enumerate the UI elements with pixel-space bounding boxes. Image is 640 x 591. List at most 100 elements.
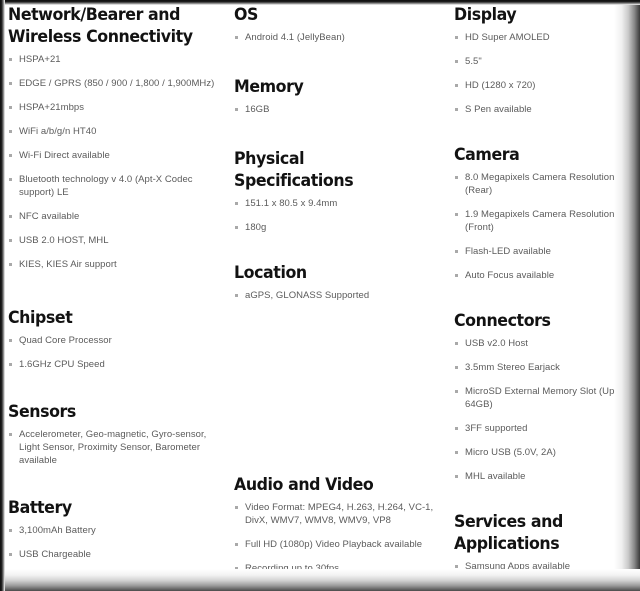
section-title-sensors: Sensors bbox=[8, 402, 76, 422]
bullet-square-icon bbox=[9, 553, 12, 556]
spec-item-label: MicroSD External Memory Slot (Upto 64GB) bbox=[465, 386, 623, 410]
bullet-square-icon bbox=[455, 60, 458, 63]
spec-item: 180g bbox=[234, 221, 436, 234]
spec-list-memory: 16GB bbox=[234, 103, 436, 116]
bullet-square-icon bbox=[9, 178, 12, 181]
spec-item-label: 16GB bbox=[245, 104, 270, 115]
spec-item-label: 151.1 x 80.5 x 9.4mm bbox=[245, 198, 338, 209]
spec-item-label: HD (1280 x 720) bbox=[465, 80, 536, 91]
section-title-audio-and-video: Audio and Video bbox=[234, 475, 374, 495]
bullet-square-icon bbox=[235, 543, 238, 546]
spec-item-label: HD Super AMOLED bbox=[465, 32, 550, 43]
spec-list-location: aGPS, GLONASS Supported bbox=[234, 289, 436, 302]
spec-item: Android 4.1 (JellyBean) bbox=[234, 31, 436, 44]
bullet-square-icon bbox=[455, 36, 458, 39]
section-location: Location aGPS, GLONASS Supported bbox=[234, 262, 436, 302]
spec-list-os: Android 4.1 (JellyBean) bbox=[234, 31, 436, 44]
bullet-square-icon bbox=[235, 202, 238, 205]
section-camera: Camera 8.0 Megapixels Camera Resolution (… bbox=[454, 144, 638, 282]
section-chipset: Chipset Quad Core Processor 1.6GHz CPU Spe… bbox=[8, 307, 216, 371]
spec-item-label: NFC available bbox=[19, 211, 80, 222]
bullet-square-icon bbox=[9, 215, 12, 218]
spec-item: 3.5mm Stereo Earjack bbox=[454, 361, 638, 374]
spec-item: Full HD (1080p) Video Playback available bbox=[234, 538, 436, 551]
section-title-camera: Camera bbox=[454, 145, 520, 165]
section-title-location: Location bbox=[234, 263, 307, 283]
spec-item: Readers Hub available bbox=[454, 584, 638, 591]
spec-item: MicroSD External Memory Slot (Upto 64GB) bbox=[454, 385, 638, 411]
spec-item: 151.1 x 80.5 x 9.4mm bbox=[234, 197, 436, 210]
spec-item-label: Full HD (1080p) Video Playback available bbox=[245, 539, 423, 550]
spec-item: 16GB bbox=[234, 103, 436, 116]
spec-item-label: 8.0 Megapixels Camera Resolution (Rear) bbox=[465, 172, 615, 196]
spec-item: MP3, OGG, WMA, AAC, ACC+, eAAC+, AMR (NB… bbox=[234, 586, 436, 591]
spec-item: Recording up to 30fps bbox=[234, 562, 436, 575]
bullet-square-icon bbox=[9, 58, 12, 61]
spec-item: 3,100mAh Battery bbox=[8, 524, 216, 537]
spec-item-label: 3.5mm Stereo Earjack bbox=[465, 362, 560, 373]
spec-item: HSPA+21 bbox=[8, 53, 216, 66]
spec-item-label: Flash-LED available bbox=[465, 246, 551, 257]
spec-item-label: HSPA+21mbps bbox=[19, 102, 85, 113]
bullet-square-icon bbox=[455, 213, 458, 216]
spec-list-battery: 3,100mAh Battery USB Chargeable Upto 990 m… bbox=[8, 524, 216, 591]
section-title-display: Display bbox=[454, 5, 517, 25]
spec-item: KIES, KIES Air support bbox=[8, 258, 216, 271]
spec-item-label: 180g bbox=[245, 222, 267, 233]
bullet-square-icon bbox=[455, 390, 458, 393]
spec-item: aGPS, GLONASS Supported bbox=[234, 289, 436, 302]
bullet-square-icon bbox=[235, 36, 238, 39]
spec-item-label: 3,100mAh Battery bbox=[19, 525, 96, 536]
spec-list-network: HSPA+21 EDGE / GPRS (850 / 900 / 1,800 / … bbox=[8, 53, 216, 271]
spec-list-connectors: USB v2.0 Host 3.5mm Stereo Earjack MicroSD… bbox=[454, 337, 638, 483]
spec-item: HD Super AMOLED bbox=[454, 31, 638, 44]
section-services-and-applications: Services and Applications Samsung Apps av… bbox=[454, 511, 638, 591]
spec-item: Accelerometer, Geo-magnetic, Gyro-sensor… bbox=[8, 428, 216, 467]
bullet-square-icon bbox=[455, 274, 458, 277]
spec-item-label: S Pen available bbox=[465, 104, 532, 115]
section-title-battery: Battery bbox=[8, 498, 72, 518]
spec-item-label: Upto 990 minutes (3G) bbox=[19, 573, 117, 584]
spec-list-audio-and-video: Video Format: MPEG4, H.263, H.264, VC-1,… bbox=[234, 501, 436, 591]
spec-item: HD (1280 x 720) bbox=[454, 79, 638, 92]
section-os: OS Android 4.1 (JellyBean) bbox=[234, 4, 436, 44]
spec-item-label: HSPA+21 bbox=[19, 54, 61, 65]
spec-item-label: Android 4.1 (JellyBean) bbox=[245, 32, 345, 43]
spec-item-label: MHL available bbox=[465, 471, 526, 482]
section-battery: Battery 3,100mAh Battery USB Chargeable Upt… bbox=[8, 497, 216, 591]
spec-item-label: MP3, OGG, WMA, AAC, ACC+, eAAC+, AMR (NB… bbox=[245, 586, 436, 591]
section-title-os: OS bbox=[234, 5, 258, 25]
column-left: Network/Bearer and Wireless Connectivity… bbox=[0, 4, 222, 591]
spec-item-label: Readers Hub available bbox=[465, 585, 563, 591]
spec-item-label: 3FF supported bbox=[465, 423, 528, 434]
bullet-square-icon bbox=[9, 263, 12, 266]
section-title-memory: Memory bbox=[234, 77, 304, 97]
bullet-square-icon bbox=[455, 84, 458, 87]
bullet-square-icon bbox=[455, 366, 458, 369]
spec-list-physical-specifications: 151.1 x 80.5 x 9.4mm 180g bbox=[234, 197, 436, 234]
bullet-square-icon bbox=[455, 250, 458, 253]
spec-item-label: EDGE / GPRS (850 / 900 / 1,800 / 1,900MH… bbox=[19, 78, 215, 89]
spec-item: 8.0 Megapixels Camera Resolution (Rear) bbox=[454, 171, 638, 197]
section-audio-and-video: Audio and Video Video Format: MPEG4, H.26… bbox=[234, 474, 436, 591]
bullet-square-icon bbox=[235, 506, 238, 509]
bullet-square-icon bbox=[455, 108, 458, 111]
section-title-chipset: Chipset bbox=[8, 308, 73, 328]
bullet-square-icon bbox=[9, 339, 12, 342]
spec-item: Flash-LED available bbox=[454, 245, 638, 258]
spec-item-label: 5.5" bbox=[465, 56, 482, 67]
spec-item-label: 1.9 Megapixels Camera Resolution (Front) bbox=[465, 209, 615, 233]
bullet-square-icon bbox=[9, 130, 12, 133]
spec-columns: Network/Bearer and Wireless Connectivity… bbox=[0, 0, 640, 591]
spec-item-label: Micro USB (5.0V, 2A) bbox=[465, 447, 556, 458]
bullet-square-icon bbox=[455, 342, 458, 345]
bullet-square-icon bbox=[235, 108, 238, 111]
section-display: Display HD Super AMOLED 5.5" HD (1280 x 720… bbox=[454, 4, 638, 116]
spec-item-label: Quad Core Processor bbox=[19, 335, 112, 346]
bullet-square-icon bbox=[9, 82, 12, 85]
spec-item-label: Auto Focus available bbox=[465, 270, 555, 281]
spec-item: USB v2.0 Host bbox=[454, 337, 638, 350]
section-physical-specifications: Physical Specifications 151.1 x 80.5 x 9.… bbox=[234, 148, 436, 234]
spec-item-label: KIES, KIES Air support bbox=[19, 259, 117, 270]
spec-item: USB 2.0 HOST, MHL bbox=[8, 234, 216, 247]
